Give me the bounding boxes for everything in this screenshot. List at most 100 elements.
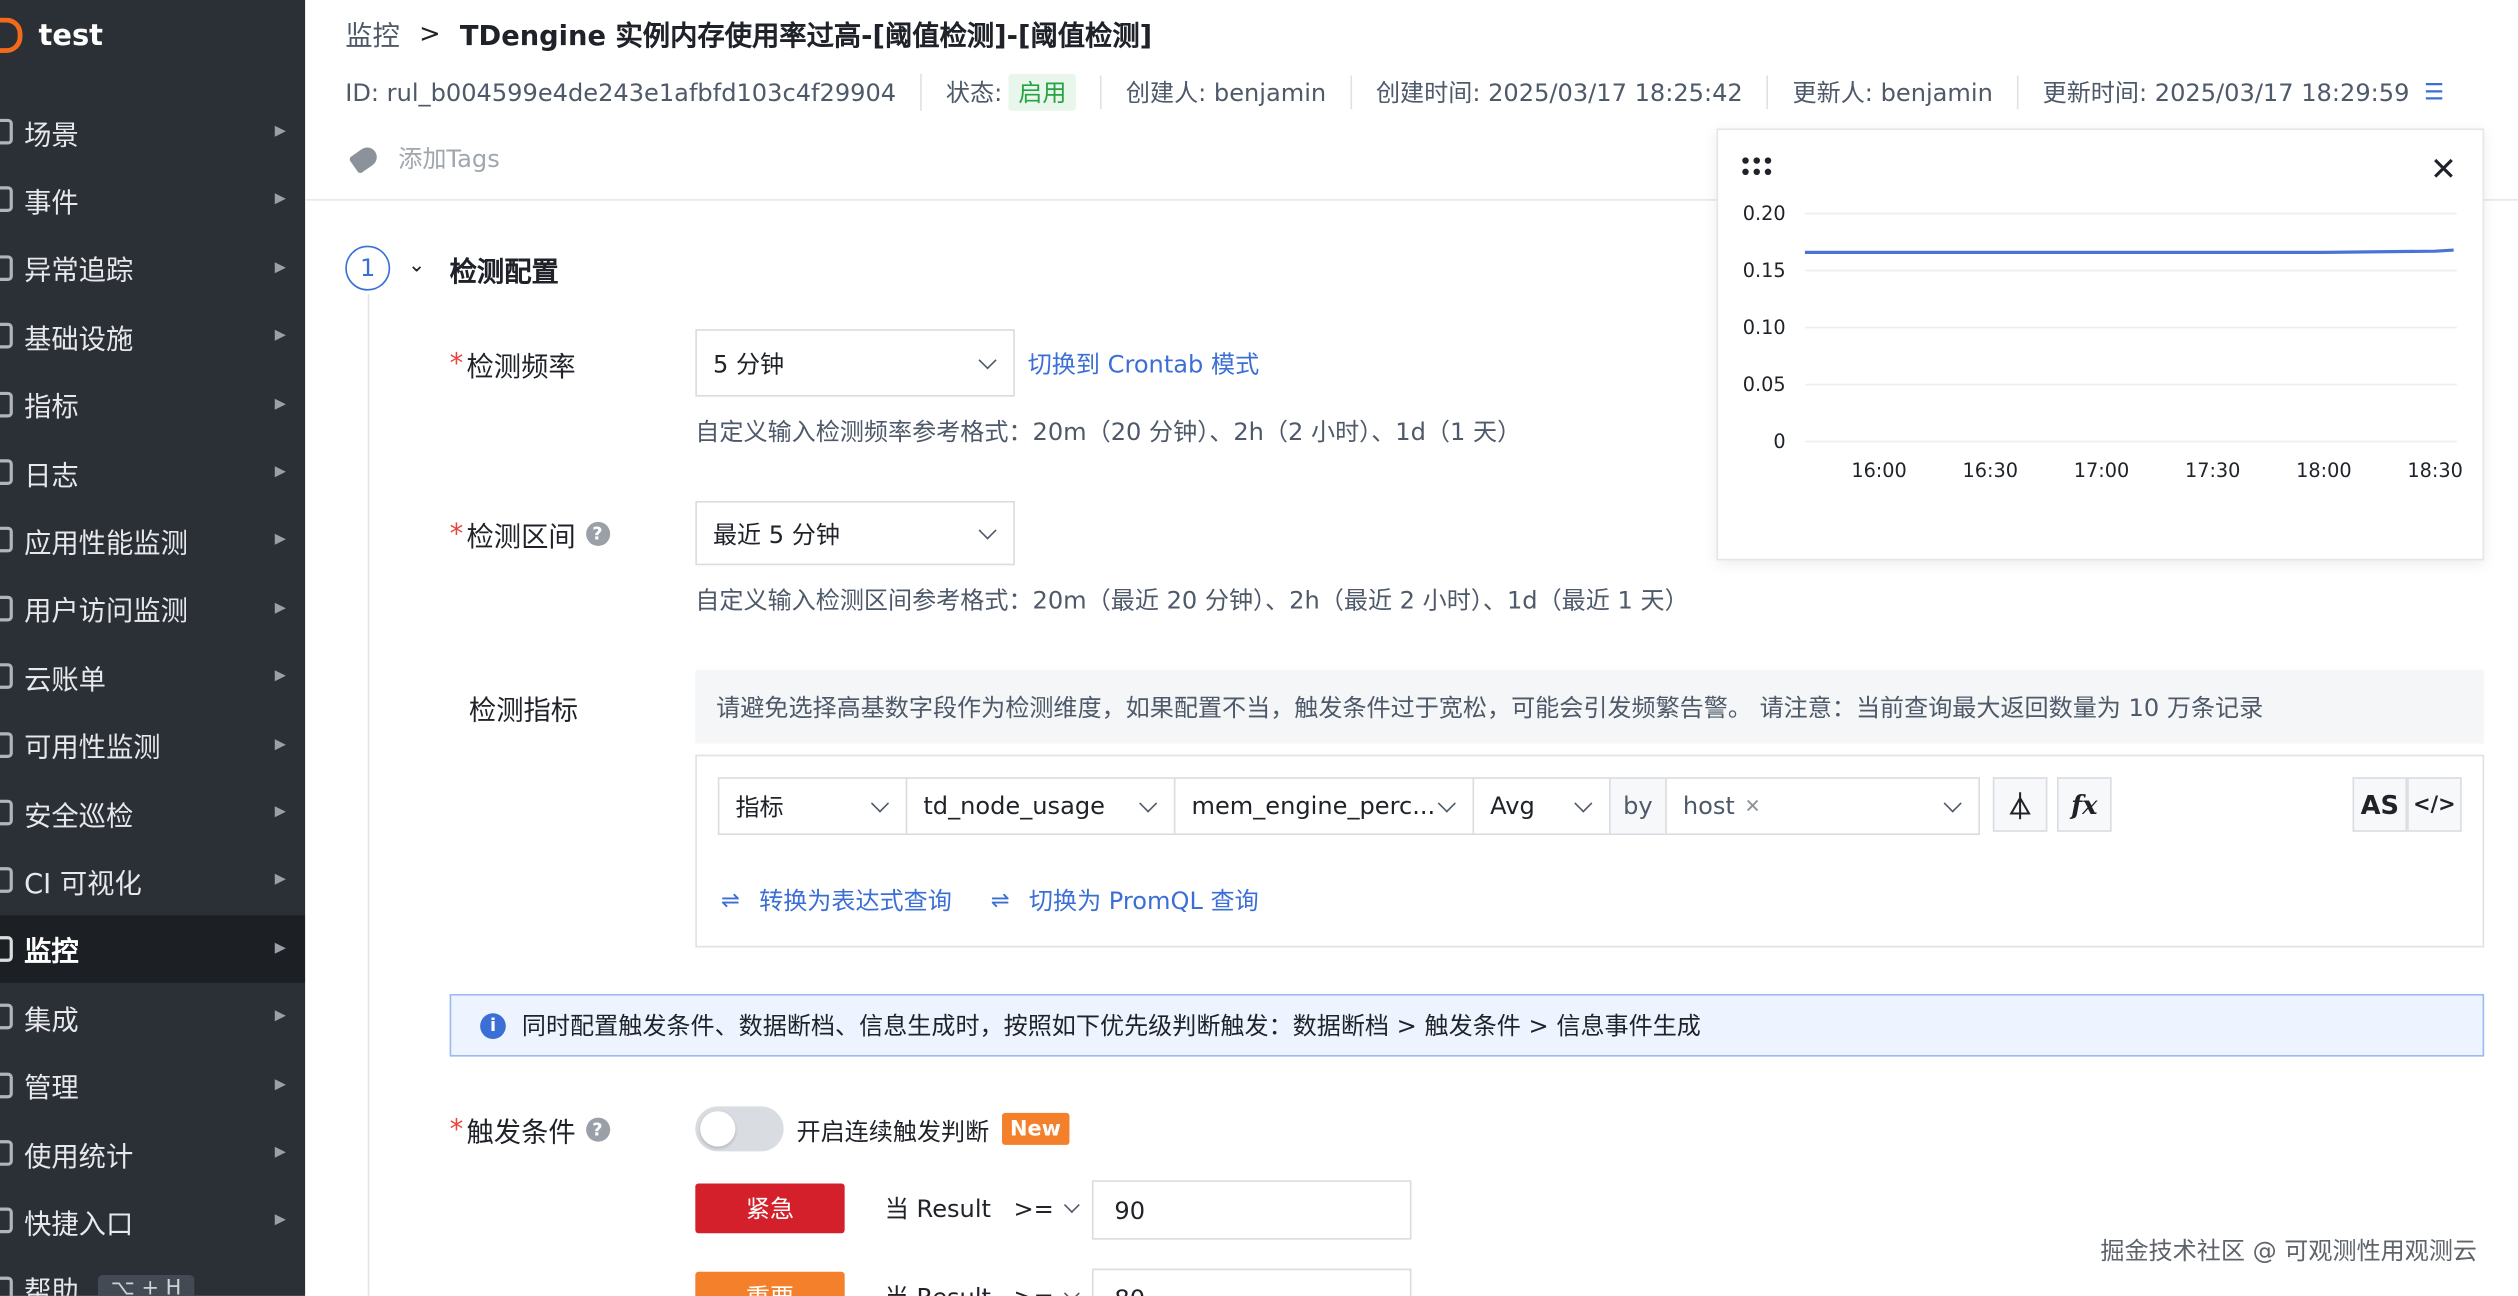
metric-warning: 请避免选择高基数字段作为检测维度，如果配置不当，触发条件过于宽松，可能会引发频繁… bbox=[695, 669, 2485, 744]
add-tags[interactable]: 添加Tags bbox=[348, 141, 500, 175]
step-number: 1 bbox=[345, 245, 391, 291]
severity-button[interactable]: 紧急 bbox=[695, 1183, 845, 1234]
range-select[interactable]: 最近 5 分钟 bbox=[695, 501, 1015, 566]
series-line[interactable] bbox=[1804, 248, 2454, 254]
sidebar-item[interactable]: 云账单 ▶ bbox=[0, 643, 305, 710]
help-icon[interactable]: ? bbox=[585, 521, 610, 546]
condition-prefix: 当 Result bbox=[884, 1194, 991, 1224]
watermark: 掘金技术社区 @ 可观测性用观测云 bbox=[2100, 1236, 2478, 1266]
sidebar-item-icon bbox=[0, 1276, 13, 1296]
breadcrumb-separator: > bbox=[419, 17, 441, 49]
sidebar-item-icon bbox=[0, 254, 13, 281]
sidebar-item-icon bbox=[0, 1208, 13, 1234]
source-select[interactable]: 指标 bbox=[717, 777, 908, 836]
sidebar: test 场景 ▶ 事件 ▶ 异常追踪 ▶ 基础设施 ▶ 指标 ▶ 日志 ▶ 应用性能监测 ▶ 用户访问监测… bbox=[0, 0, 306, 1296]
sidebar-item[interactable]: 监控 ▶ bbox=[0, 914, 306, 983]
sidebar-item-label: 云账单 bbox=[24, 664, 106, 697]
freq-select[interactable]: 5 分钟 bbox=[695, 329, 1015, 397]
sidebar-item[interactable]: 快捷入口 ▶ bbox=[0, 1187, 305, 1254]
filter-button[interactable]: ⏃ bbox=[1992, 777, 2048, 832]
sidebar-item[interactable]: 应用性能监测 ▶ bbox=[0, 506, 305, 573]
chevron-right-icon: ▶ bbox=[274, 327, 286, 344]
sidebar-item-icon bbox=[0, 935, 13, 962]
close-icon[interactable]: ✕ bbox=[2430, 149, 2457, 188]
chart-preview-popup: 0 0.05 0.10 0.15 0.20 16:00 16:30 17:00 17:30 18:… bbox=[1716, 128, 2485, 561]
sidebar-item[interactable]: 异常追踪 ▶ bbox=[0, 234, 305, 301]
updated-at: 更新时间: 2025/03/17 18:29:59 bbox=[2016, 75, 2434, 110]
query-builder: 指标 td_node_usage mem_engine_perc... Avg … bbox=[695, 754, 2485, 948]
sidebar-item[interactable]: 指标 ▶ bbox=[0, 370, 305, 437]
sidebar-item[interactable]: 帮助 ⌥ + H bbox=[0, 1255, 305, 1296]
sidebar-item[interactable]: 使用统计 ▶ bbox=[0, 1119, 305, 1186]
sidebar-item-label: 帮助 bbox=[24, 1277, 79, 1296]
history-icon[interactable]: ☰ bbox=[2424, 79, 2444, 105]
help-icon[interactable]: ? bbox=[585, 1117, 610, 1142]
updater: 更新人: benjamin bbox=[1766, 75, 2017, 110]
operator-select[interactable]: >= bbox=[1013, 1194, 1081, 1223]
operator-select[interactable]: >= bbox=[1013, 1282, 1081, 1296]
chevron-down-icon bbox=[1139, 794, 1158, 813]
alias-button[interactable]: AS bbox=[2352, 777, 2408, 832]
sidebar-item-label: 使用统计 bbox=[24, 1140, 134, 1174]
y-tick-label: 0.20 bbox=[1743, 202, 1786, 225]
sidebar-item[interactable]: 基础设施 ▶ bbox=[0, 302, 305, 369]
aggregation-select[interactable]: Avg bbox=[1472, 777, 1611, 836]
sidebar-item-label: 安全巡检 bbox=[24, 800, 134, 833]
chevron-right-icon: ▶ bbox=[274, 191, 286, 208]
sidebar-item[interactable]: 日志 ▶ bbox=[0, 438, 305, 505]
chevron-down-icon bbox=[1437, 794, 1456, 813]
sidebar-item[interactable]: 管理 ▶ bbox=[0, 1051, 305, 1118]
function-button[interactable]: fx bbox=[2057, 777, 2112, 832]
sidebar-item[interactable]: 集成 ▶ bbox=[0, 983, 305, 1050]
sidebar-item-label: 管理 bbox=[24, 1072, 79, 1105]
sidebar-item-label: 异常追踪 bbox=[24, 255, 134, 288]
continuous-trigger-toggle[interactable] bbox=[695, 1106, 784, 1152]
sidebar-item-icon bbox=[0, 867, 13, 894]
remove-tag-icon[interactable]: ✕ bbox=[1745, 795, 1761, 817]
rule-status: 状态: 启用 bbox=[920, 73, 1100, 111]
sidebar-item-label: 集成 bbox=[24, 1004, 79, 1037]
sidebar-item-label: 快捷入口 bbox=[24, 1208, 134, 1242]
sidebar-item-icon bbox=[0, 1003, 13, 1030]
sidebar-item[interactable]: 场景 ▶ bbox=[0, 98, 305, 165]
to-promql-link[interactable]: ⇌ 切换为 PromQL 查询 bbox=[991, 883, 1259, 917]
sidebar-item-icon bbox=[0, 731, 13, 758]
freq-label: * 检测频率 bbox=[449, 347, 576, 384]
sidebar-item[interactable]: CI 可视化 ▶ bbox=[0, 847, 305, 914]
group-by-select[interactable]: host ✕ bbox=[1665, 777, 1980, 836]
chevron-down-icon bbox=[1574, 794, 1593, 813]
crontab-switch-link[interactable]: 切换到 Crontab 模式 bbox=[1028, 347, 1259, 381]
sidebar-item-icon bbox=[0, 663, 13, 690]
to-expression-link[interactable]: ⇌ 转换为表达式查询 bbox=[721, 883, 952, 917]
brand[interactable]: test bbox=[0, 10, 103, 61]
drag-handle-icon[interactable] bbox=[1742, 157, 1774, 179]
sidebar-item[interactable]: 安全巡检 ▶ bbox=[0, 779, 305, 846]
threshold-input[interactable]: 90 bbox=[1091, 1180, 1412, 1240]
code-button[interactable]: </> bbox=[2407, 777, 2462, 832]
chevron-right-icon: ▶ bbox=[274, 1008, 286, 1025]
rule-meta: ID: rul_b004599e4de243e1afbfd103c4f29904… bbox=[345, 73, 2444, 111]
condition-expression: 当 Result >= bbox=[885, 1280, 1081, 1296]
field-select[interactable]: mem_engine_perc... bbox=[1173, 777, 1475, 836]
trigger-label: * 触发条件? bbox=[450, 1110, 610, 1150]
section-title[interactable]: 检测配置 bbox=[450, 249, 559, 289]
condition-expression: 当 Result >= bbox=[884, 1192, 1081, 1226]
breadcrumb-root[interactable]: 监控 bbox=[345, 13, 400, 53]
chevron-right-icon: ▶ bbox=[274, 532, 286, 549]
sidebar-item[interactable]: 用户访问监测 ▶ bbox=[0, 575, 305, 642]
sidebar-item[interactable]: 可用性监测 ▶ bbox=[0, 711, 305, 778]
severity-button[interactable]: 重要 bbox=[695, 1271, 845, 1296]
step-line bbox=[367, 293, 370, 1296]
measurement-select[interactable]: td_node_usage bbox=[905, 777, 1176, 836]
collapse-caret-icon[interactable]: ⌄ bbox=[408, 254, 426, 278]
threshold-input[interactable]: 80 bbox=[1091, 1268, 1412, 1296]
chevron-right-icon: ▶ bbox=[274, 872, 286, 889]
info-icon: i bbox=[480, 1012, 506, 1039]
sidebar-item-label: 日志 bbox=[24, 460, 79, 493]
breadcrumb: 监控 > TDengine 实例内存使用率过高-[阈值检测]-[阈值检测] bbox=[345, 13, 1152, 53]
x-tick-label: 18:30 bbox=[2407, 459, 2462, 482]
sidebar-item[interactable]: 事件 ▶ bbox=[0, 166, 305, 233]
freq-hint: 自定义输入检测频率参考格式：20m（20 分钟）、2h（2 小时）、1d（1 天… bbox=[695, 417, 1522, 447]
chevron-right-icon: ▶ bbox=[274, 395, 286, 413]
sidebar-item-icon bbox=[0, 459, 13, 485]
